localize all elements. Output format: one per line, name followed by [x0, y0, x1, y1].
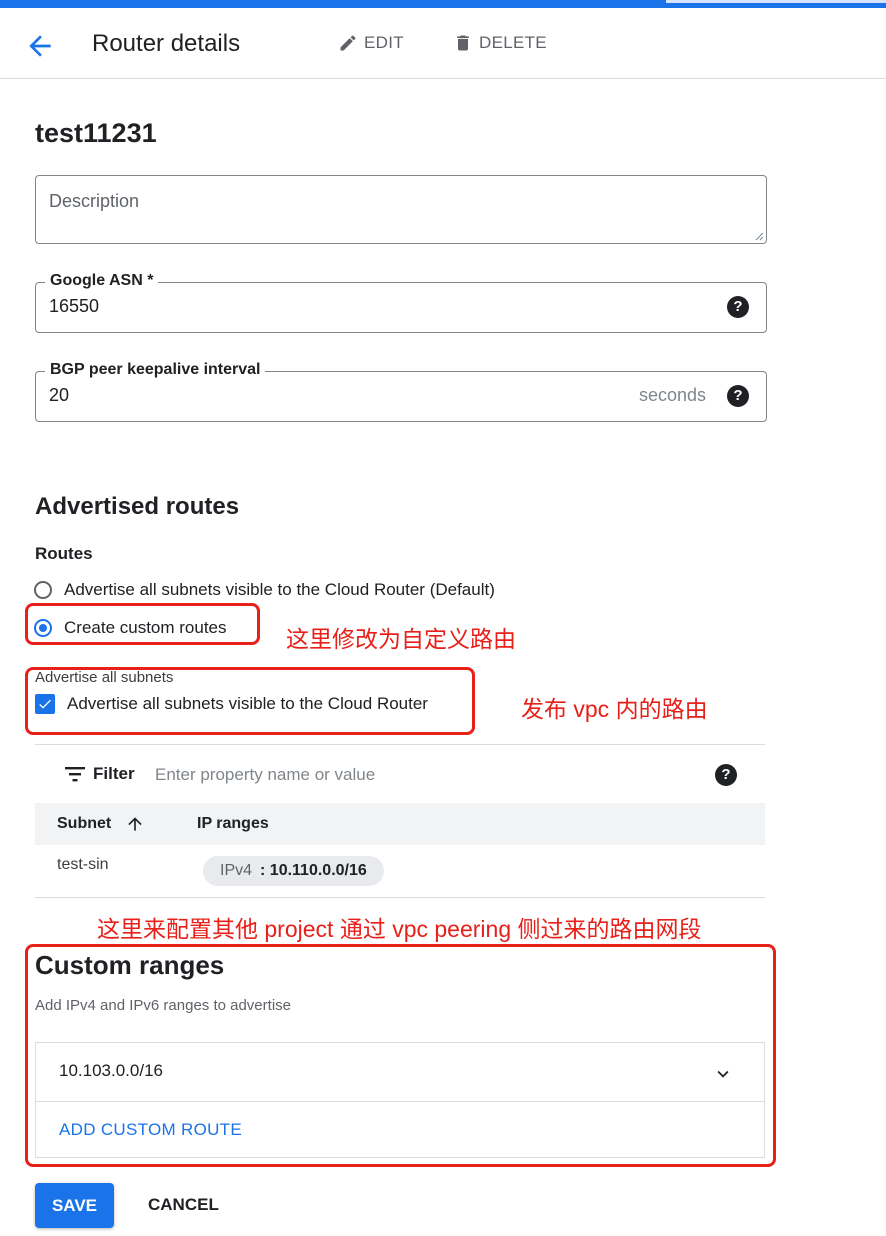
subnet-table-header: Subnet IP ranges	[35, 803, 765, 845]
top-bar-highlight	[666, 0, 886, 3]
description-placeholder: Description	[49, 191, 140, 211]
delete-label: DELETE	[479, 33, 547, 52]
help-icon[interactable]: ?	[727, 385, 749, 407]
column-header-subnet[interactable]: Subnet	[57, 815, 111, 833]
routes-label: Routes	[35, 544, 93, 563]
filter-label: Filter	[93, 764, 135, 783]
annotation-box-custom-routes	[25, 603, 260, 645]
advertised-routes-title: Advertised routes	[35, 493, 240, 520]
subnet-name: test-sin	[57, 856, 109, 873]
router-name: test11231	[35, 118, 157, 148]
filter-input[interactable]	[153, 762, 677, 788]
delete-button[interactable]: DELETE	[453, 33, 547, 53]
table-row: test-sin IPv4 : 10.110.0.0/16	[35, 845, 765, 898]
edit-label: EDIT	[364, 33, 404, 52]
annotation-box-publish-vpc	[25, 667, 475, 735]
custom-ranges-panel: 10.103.0.0/16 ADD CUSTOM ROUTE	[35, 1042, 765, 1158]
keepalive-label: BGP peer keepalive interval	[45, 361, 266, 379]
page-title: Router details	[92, 30, 241, 57]
column-header-ip-ranges: IP ranges	[197, 815, 269, 832]
sort-ascending-icon[interactable]	[125, 814, 145, 834]
help-icon[interactable]: ?	[727, 296, 749, 318]
resize-handle-icon[interactable]	[754, 231, 764, 241]
pencil-icon	[340, 35, 356, 51]
custom-range-value: 10.103.0.0/16	[59, 1061, 163, 1080]
chevron-down-icon[interactable]	[712, 1063, 734, 1085]
filter-icon[interactable]	[65, 765, 85, 783]
save-button[interactable]: SAVE	[35, 1183, 114, 1228]
filter-bar: Filter ?	[35, 744, 765, 804]
column-subnet-label: Subnet	[57, 815, 112, 832]
google-asn-value: 16550	[49, 296, 100, 316]
annotation-publish-vpc: 发布 vpc 内的路由	[521, 696, 708, 722]
back-arrow-icon[interactable]	[24, 30, 56, 62]
ip-range-chip: IPv4 : 10.110.0.0/16	[203, 856, 384, 886]
keepalive-suffix: seconds	[638, 385, 706, 405]
radio-advertise-all[interactable]: Advertise all subnets visible to the Clo…	[34, 580, 495, 600]
google-asn-label: Google ASN *	[45, 272, 159, 290]
cancel-button[interactable]: CANCEL	[148, 1195, 219, 1215]
radio-unselected-icon[interactable]	[34, 581, 52, 599]
ip-type: IPv4	[220, 862, 253, 879]
annotation-peering: 这里来配置其他 project 通过 vpc peering 侧过来的路由网段	[97, 916, 702, 942]
keepalive-field[interactable]: BGP peer keepalive interval 20 seconds ?	[35, 361, 767, 422]
description-field[interactable]: Description	[35, 175, 767, 244]
custom-ranges-subtitle: Add IPv4 and IPv6 ranges to advertise	[35, 997, 291, 1014]
trash-icon	[457, 35, 469, 51]
custom-range-item[interactable]: 10.103.0.0/16	[36, 1043, 764, 1102]
custom-ranges-title: Custom ranges	[35, 950, 225, 980]
add-custom-route-button[interactable]: ADD CUSTOM ROUTE	[59, 1120, 242, 1140]
help-icon[interactable]: ?	[715, 764, 737, 786]
radio-advertise-all-label: Advertise all subnets visible to the Clo…	[64, 580, 495, 599]
edit-button[interactable]: EDIT	[338, 33, 404, 53]
google-asn-field[interactable]: Google ASN * 16550 ?	[35, 272, 767, 333]
keepalive-value: 20	[49, 385, 70, 405]
page-header: Router details EDIT DELETE	[0, 8, 886, 79]
annotation-custom-routes: 这里修改为自定义路由	[286, 626, 516, 652]
ip-range-value: : 10.110.0.0/16	[260, 862, 367, 879]
